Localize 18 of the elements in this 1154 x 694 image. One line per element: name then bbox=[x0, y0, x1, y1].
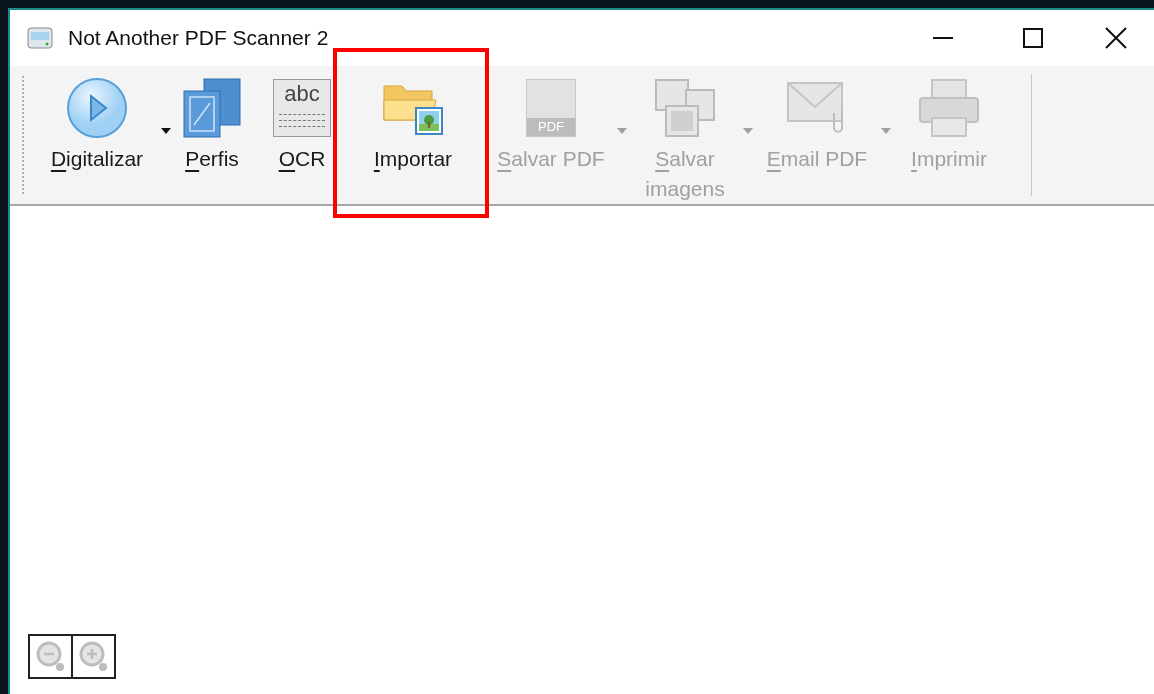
minimize-icon bbox=[933, 37, 953, 39]
dropdown-caret-icon[interactable] bbox=[161, 128, 171, 134]
toolbar-button[interactable]: Digitalizar bbox=[41, 66, 153, 204]
toolbar-button[interactable]: Importar bbox=[359, 66, 467, 204]
pictures-stack-icon bbox=[654, 78, 716, 138]
pdf-document-icon: PDF bbox=[526, 79, 576, 137]
close-icon bbox=[1105, 27, 1127, 49]
zoom-in-icon bbox=[78, 640, 109, 673]
window-title: Not Another PDF Scanner 2 bbox=[68, 25, 329, 52]
toolbar-button[interactable]: abc OCR bbox=[271, 66, 333, 204]
blueprint-pages-icon bbox=[182, 77, 242, 139]
abc-text-icon: abc bbox=[273, 79, 331, 137]
zoom-out-icon bbox=[35, 640, 66, 673]
play-circle-icon bbox=[66, 77, 128, 139]
maximize-icon bbox=[1023, 28, 1043, 48]
scanner-icon bbox=[26, 24, 54, 52]
printer-icon bbox=[918, 78, 980, 138]
toolbar-button[interactable]: Perfis bbox=[179, 66, 245, 204]
